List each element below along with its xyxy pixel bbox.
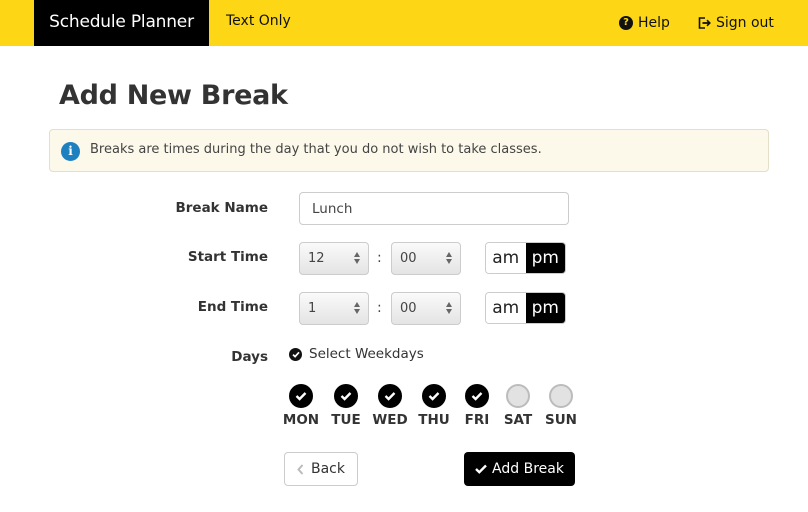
day-label: FRI <box>464 412 490 428</box>
help-link-label: Help <box>638 15 670 31</box>
start-time-label: Start Time <box>187 249 268 265</box>
end-minute-select[interactable]: 00 <box>391 292 461 325</box>
check-circle-icon <box>422 384 446 408</box>
day-label: TUE <box>331 412 361 428</box>
top-navigation-bar: Schedule Planner Text Only ? Help Sign o… <box>0 0 808 46</box>
add-break-button-label: Add Break <box>492 461 564 477</box>
day-toggle-sun[interactable]: SUN <box>539 384 583 428</box>
end-ampm-toggle: am pm <box>485 292 566 324</box>
end-hour-value: 1 <box>308 301 317 316</box>
day-toggle-mon[interactable]: MON <box>279 384 323 428</box>
app-brand[interactable]: Schedule Planner <box>34 0 209 46</box>
empty-circle-icon <box>549 384 573 408</box>
info-icon: i <box>61 142 80 161</box>
start-minute-select[interactable]: 00 <box>391 242 461 275</box>
info-alert: i Breaks are times during the day that y… <box>49 129 769 172</box>
page-title: Add New Break <box>59 80 288 111</box>
time-separator: : <box>377 300 382 316</box>
empty-circle-icon <box>506 384 530 408</box>
question-circle-icon: ? <box>619 16 633 30</box>
end-time-label: End Time <box>197 299 268 315</box>
select-arrows-icon <box>446 301 453 316</box>
help-link[interactable]: ? Help <box>619 0 670 46</box>
time-separator: : <box>377 250 382 266</box>
day-label: SAT <box>503 412 533 428</box>
select-arrows-icon <box>354 251 361 266</box>
select-arrows-icon <box>354 301 361 316</box>
end-hour-select[interactable]: 1 <box>299 292 369 325</box>
text-only-link[interactable]: Text Only <box>226 0 291 46</box>
day-toggle-wed[interactable]: WED <box>368 384 412 428</box>
start-hour-value: 12 <box>308 251 325 266</box>
end-pm-option[interactable]: pm <box>525 293 565 323</box>
day-toggle-fri[interactable]: FRI <box>455 384 499 428</box>
break-name-label: Break Name <box>175 200 268 216</box>
chevron-left-icon <box>297 463 304 475</box>
check-circle-icon <box>465 384 489 408</box>
day-label: MON <box>282 412 320 428</box>
end-minute-value: 00 <box>400 301 417 316</box>
select-arrows-icon <box>446 251 453 266</box>
check-circle-icon <box>289 347 302 361</box>
day-label: THU <box>418 412 450 428</box>
start-hour-select[interactable]: 12 <box>299 242 369 275</box>
sign-out-link[interactable]: Sign out <box>698 0 774 46</box>
start-ampm-toggle: am pm <box>485 242 566 274</box>
day-label: WED <box>372 412 408 428</box>
select-weekdays-label: Select Weekdays <box>309 346 424 362</box>
day-label: SUN <box>545 412 577 428</box>
check-circle-icon <box>378 384 402 408</box>
info-message: Breaks are times during the day that you… <box>90 142 542 157</box>
check-circle-icon <box>334 384 358 408</box>
sign-out-icon <box>698 17 711 29</box>
checkmark-icon <box>475 464 487 474</box>
check-circle-icon <box>289 384 313 408</box>
days-label: Days <box>231 349 268 365</box>
end-am-option[interactable]: am <box>486 293 526 323</box>
sign-out-label: Sign out <box>716 15 774 31</box>
day-toggle-thu[interactable]: THU <box>412 384 456 428</box>
start-am-option[interactable]: am <box>486 243 526 273</box>
day-toggle-sat[interactable]: SAT <box>496 384 540 428</box>
back-button[interactable]: Back <box>284 452 358 486</box>
day-toggle-tue[interactable]: TUE <box>324 384 368 428</box>
add-break-button[interactable]: Add Break <box>464 452 575 486</box>
start-pm-option[interactable]: pm <box>525 243 565 273</box>
back-button-label: Back <box>311 461 345 477</box>
select-weekdays-checkbox[interactable]: Select Weekdays <box>289 346 424 362</box>
start-minute-value: 00 <box>400 251 417 266</box>
break-name-input[interactable] <box>299 192 569 225</box>
